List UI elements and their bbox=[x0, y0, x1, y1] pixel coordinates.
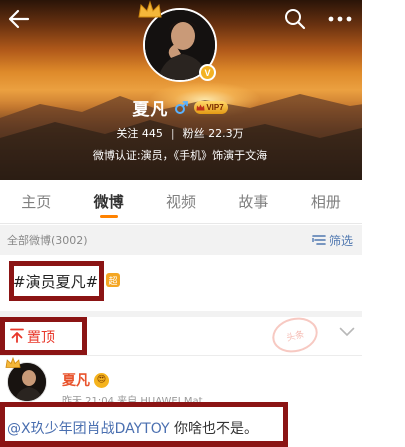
filter-icon bbox=[312, 235, 326, 245]
pin-top-icon bbox=[10, 328, 24, 343]
profile-header-banner: V 夏凡 VIP7 关注 445 | 粉丝 22.3万 微博认证:演员，《手机》… bbox=[0, 0, 405, 180]
post-avatar[interactable] bbox=[5, 357, 47, 402]
page-margin bbox=[362, 0, 405, 447]
topic-hashtag[interactable]: #演员夏凡# bbox=[13, 271, 98, 292]
headline-stamp: 头条 bbox=[268, 312, 322, 358]
profile-name-row: 夏凡 VIP7 bbox=[0, 95, 360, 120]
mention-link[interactable]: @X玖少年团肖战DAYTOY bbox=[7, 421, 170, 437]
more-button[interactable] bbox=[327, 6, 353, 32]
chevron-down-icon[interactable] bbox=[339, 327, 355, 337]
post-text: @X玖少年团肖战DAYTOY 你啥也不是。 bbox=[7, 418, 258, 438]
search-button[interactable] bbox=[282, 6, 308, 32]
crown-icon bbox=[5, 357, 21, 368]
verification-text: 微博认证:演员，《手机》饰演于文海 bbox=[92, 149, 268, 162]
tab-album[interactable]: 相册 bbox=[290, 180, 362, 223]
stats-divider: | bbox=[170, 126, 175, 140]
following-label: 关注 bbox=[116, 127, 139, 140]
male-gender-icon bbox=[175, 100, 189, 114]
pinned-label: 置顶 bbox=[27, 330, 55, 346]
tab-home[interactable]: 主页 bbox=[0, 180, 72, 223]
profile-stats: 关注 445 | 粉丝 22.3万 bbox=[0, 125, 360, 141]
more-dots-icon bbox=[328, 16, 352, 22]
post-author[interactable]: 夏凡 bbox=[62, 370, 90, 390]
back-arrow-icon bbox=[8, 9, 30, 29]
vip-level: VIP7 bbox=[206, 103, 224, 112]
filter-label: 筛选 bbox=[328, 233, 353, 248]
profile-tabs: 主页 微博 视频 故事 相册 bbox=[0, 180, 362, 224]
back-button[interactable] bbox=[6, 6, 32, 32]
tab-story[interactable]: 故事 bbox=[217, 180, 289, 223]
post-author-row: 夏凡 😍 bbox=[62, 370, 109, 390]
post-body: 你啥也不是。 bbox=[169, 421, 258, 437]
followers-count: 22.3万 bbox=[208, 127, 244, 140]
filter-button[interactable]: 筛选 bbox=[312, 232, 353, 249]
profile-name: 夏凡 bbox=[132, 100, 169, 120]
feed-header: 全部微博(3002) 筛选 bbox=[0, 225, 362, 255]
vip-crown-icon bbox=[196, 104, 205, 111]
profile-avatar[interactable]: V bbox=[138, 0, 217, 82]
search-icon bbox=[285, 9, 306, 30]
super-topic-icon: 超 bbox=[106, 273, 120, 287]
followers-label: 粉丝 bbox=[182, 127, 205, 140]
tab-weibo[interactable]: 微博 bbox=[72, 180, 144, 223]
crown-icon bbox=[138, 0, 162, 18]
post-card[interactable]: 夏凡 😍 昨天 21:04 来自 HUAWEI Mat @X玖少年团肖战DAYT… bbox=[0, 356, 362, 447]
topic-card[interactable]: #演员夏凡# 超 bbox=[0, 255, 362, 311]
emoji-badge-icon: 😍 bbox=[94, 372, 109, 388]
following-count: 445 bbox=[141, 127, 163, 140]
feed-count: 全部微博(3002) bbox=[7, 234, 88, 247]
following-stat[interactable]: 关注 445 bbox=[116, 125, 163, 141]
vip-badge[interactable]: VIP7 bbox=[194, 101, 228, 114]
tab-video[interactable]: 视频 bbox=[145, 180, 217, 223]
followers-stat[interactable]: 粉丝 22.3万 bbox=[183, 125, 244, 141]
verified-badge-icon: V bbox=[199, 64, 216, 81]
pinned-row: 置顶 头条 bbox=[0, 312, 362, 358]
